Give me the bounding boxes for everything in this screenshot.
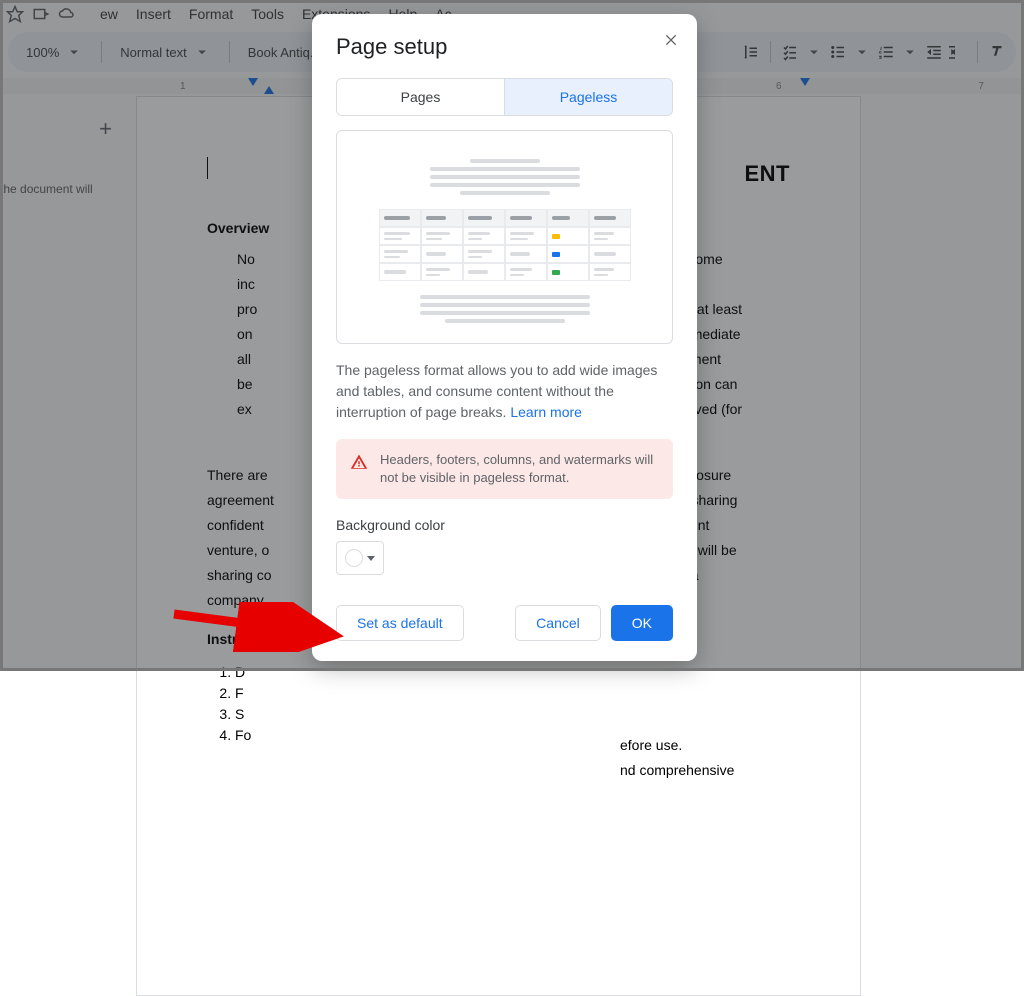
chevron-down-icon xyxy=(367,556,375,561)
pageless-description: The pageless format allows you to add wi… xyxy=(336,360,673,423)
set-as-default-button[interactable]: Set as default xyxy=(336,605,464,641)
ok-button[interactable]: OK xyxy=(611,605,673,641)
close-icon xyxy=(663,32,679,48)
dialog-title: Page setup xyxy=(336,34,673,60)
close-button[interactable] xyxy=(663,32,679,53)
pageless-preview xyxy=(336,130,673,344)
background-color-label: Background color xyxy=(336,517,673,533)
warning-icon xyxy=(350,453,368,471)
color-swatch xyxy=(345,549,363,567)
background-color-picker[interactable] xyxy=(336,541,384,575)
cancel-button[interactable]: Cancel xyxy=(515,605,601,641)
tab-pageless[interactable]: Pageless xyxy=(505,79,672,115)
page-setup-dialog: Page setup Pages Pageless The pageless f… xyxy=(312,14,697,661)
format-tabs: Pages Pageless xyxy=(336,78,673,116)
tab-pages[interactable]: Pages xyxy=(337,79,505,115)
pageless-warning: Headers, footers, columns, and watermark… xyxy=(336,439,673,499)
dialog-actions: Set as default Cancel OK xyxy=(336,605,673,641)
learn-more-link[interactable]: Learn more xyxy=(510,404,582,420)
